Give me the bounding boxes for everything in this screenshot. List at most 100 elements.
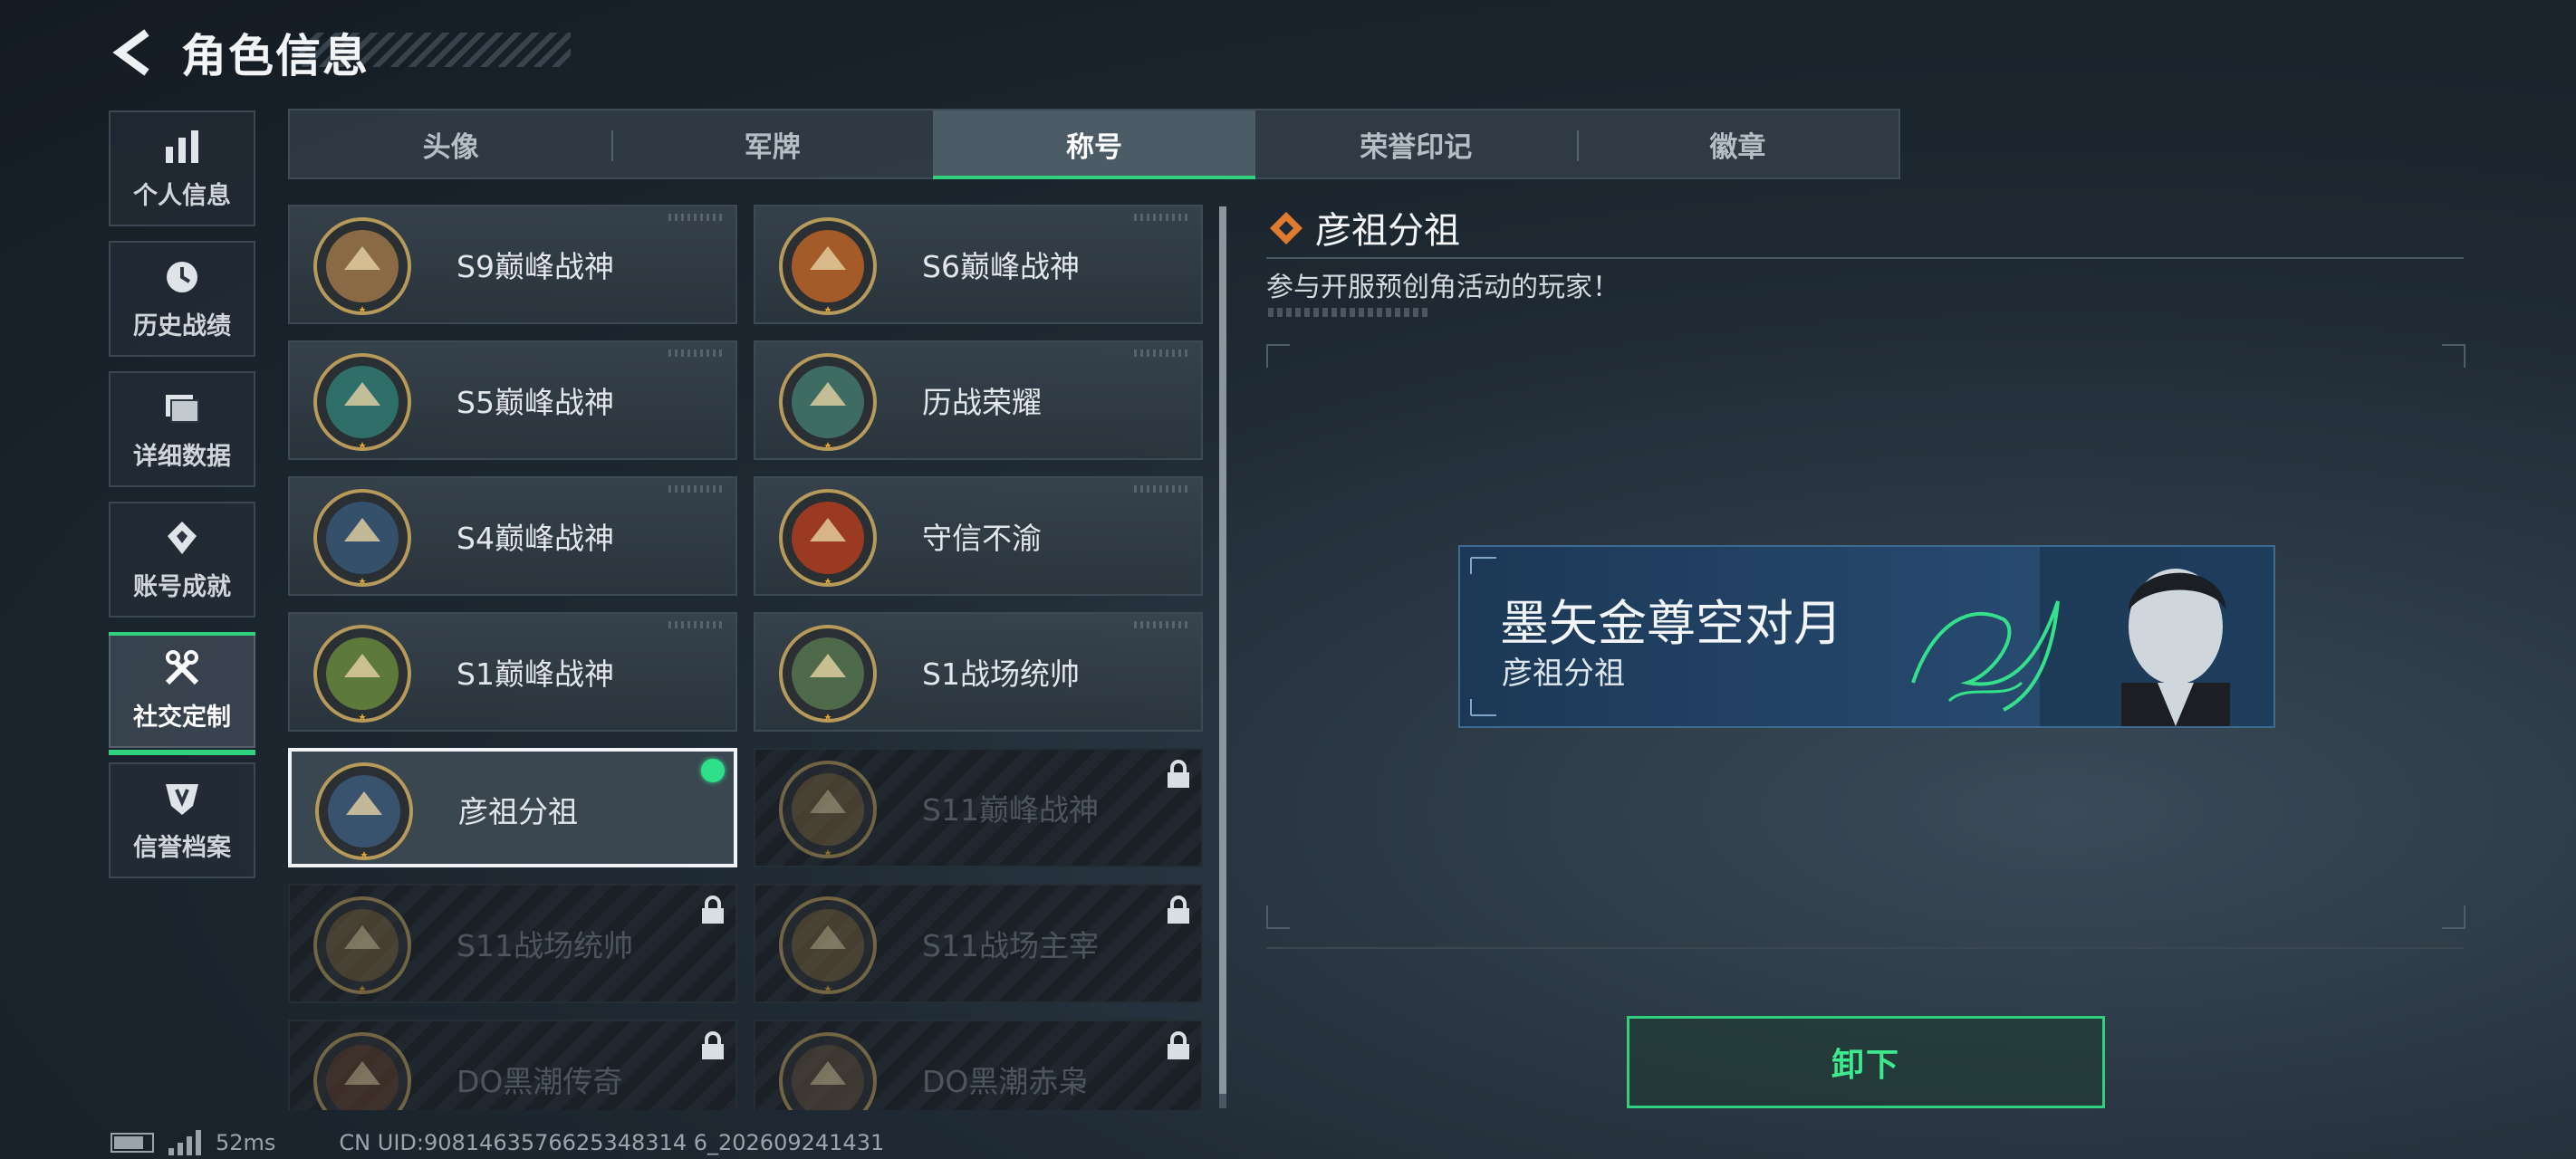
title-name: S4巅峰战神 (457, 521, 614, 556)
apc-emblem-icon (313, 896, 411, 994)
achievement-icon (168, 521, 197, 554)
sidebar-item-label: 社交定制 (133, 703, 231, 732)
title-card[interactable]: DO黑潮传奇 (288, 1020, 737, 1110)
category-tabs: 头像 军牌 称号 荣誉印记 徽章 (288, 109, 1900, 179)
title-name: S5巅峰战神 (457, 385, 614, 420)
back-arrow-icon[interactable] (107, 25, 161, 80)
title-name: DO黑潮赤枭 (922, 1064, 1089, 1099)
card-decoration (668, 485, 723, 493)
title-card[interactable]: S6巅峰战神 (754, 205, 1203, 324)
portrait-emblem-icon (315, 762, 413, 860)
title-card[interactable]: S11战场主宰 (754, 884, 1203, 1003)
title-name: S1巅峰战神 (457, 656, 614, 692)
unequip-button[interactable]: 卸下 (1627, 1016, 2105, 1108)
title-name: 守信不渝 (922, 521, 1042, 556)
title-card[interactable]: 彦祖分祖 (288, 748, 737, 867)
lock-icon (702, 1031, 724, 1059)
lock-icon (1168, 1031, 1189, 1059)
banner-title: 墨矢金尊空对月 (1500, 595, 1842, 652)
card-decoration (668, 214, 723, 221)
title-card[interactable]: S1战场统帅 (754, 612, 1203, 732)
detail-title: 彦祖分祖 (1315, 210, 1460, 252)
title-name: S11巅峰战神 (922, 792, 1099, 828)
battery-icon (111, 1133, 154, 1153)
card-decoration (1134, 485, 1188, 493)
bar-chart-icon (166, 129, 198, 163)
diamond-title-icon (1270, 212, 1302, 244)
scales-emblem-icon (779, 489, 877, 587)
title-card[interactable]: S9巅峰战神 (288, 205, 737, 324)
ping-value: 52ms (216, 1130, 276, 1155)
t-shield-emblem-icon (779, 217, 877, 315)
sidebar-item-achievements[interactable]: 账号成就 (109, 502, 255, 618)
card-decoration (1134, 621, 1188, 628)
card-decoration (1134, 350, 1188, 357)
card-decoration (668, 350, 723, 357)
title-name: 历战荣耀 (922, 385, 1042, 420)
lock-icon (702, 896, 724, 924)
history-clock-icon (167, 261, 197, 292)
arch-emblem-icon (779, 896, 877, 994)
tab-avatar[interactable]: 头像 (290, 110, 611, 177)
banner-subtitle: 彦祖分祖 (1502, 656, 1625, 692)
credit-shield-icon (166, 783, 198, 815)
sidebar-item-social[interactable]: 社交定制 (109, 632, 255, 755)
title-name: S9巅峰战神 (457, 249, 614, 284)
title-name: S6巅峰战神 (922, 249, 1080, 284)
tab-badge[interactable]: 徽章 (1576, 110, 1898, 177)
title-card[interactable]: 守信不渝 (754, 476, 1203, 596)
card-decoration (1134, 214, 1188, 221)
card-decoration (668, 621, 723, 628)
frame-corner (2442, 905, 2465, 929)
helmet-nvg-emblem-icon (313, 489, 411, 587)
title-banner-preview: 墨矢金尊空对月 彦祖分祖 (1458, 545, 2275, 728)
signal-icon (168, 1130, 201, 1155)
frame-corner (1266, 344, 1290, 368)
sidebar-item-label: 历史战绩 (133, 311, 231, 340)
sidebar-item-label: 详细数据 (133, 442, 231, 471)
page-title: 角色信息 (181, 30, 370, 82)
status-footer: 52ms CN UID:9081463576625348314 6_202609… (111, 1130, 884, 1155)
crocodile-emblem-icon (313, 625, 411, 723)
title-name: S1战场统帅 (922, 656, 1080, 692)
tools-icon (165, 649, 199, 685)
sidebar-item-profile[interactable]: 个人信息 (109, 110, 255, 226)
trophy-emblem-icon (779, 353, 877, 451)
title-card[interactable]: S1巅峰战神 (288, 612, 737, 732)
equipped-indicator (701, 759, 725, 782)
lock-icon (1168, 760, 1189, 788)
tab-honor-mark[interactable]: 荣誉印记 (1255, 110, 1577, 177)
sidebar-item-history[interactable]: 历史战绩 (109, 241, 255, 357)
title-card[interactable]: S11战场统帅 (288, 884, 737, 1003)
title-name: 彦祖分祖 (458, 794, 578, 829)
title-card[interactable]: DO黑潮赤枭 (754, 1020, 1203, 1110)
hooded-emblem-icon (313, 1032, 411, 1110)
sidebar-item-label: 账号成就 (133, 572, 231, 601)
diver-skull-emblem-icon (313, 353, 411, 451)
detail-divider (1266, 257, 2464, 259)
sidebar-item-details[interactable]: 详细数据 (109, 371, 255, 487)
title-card[interactable]: S4巅峰战神 (288, 476, 737, 596)
vehicle-emblem-icon (779, 761, 877, 858)
detail-decoration (1268, 308, 1431, 317)
title-card[interactable]: S5巅峰战神 (288, 340, 737, 460)
skull-emblem-icon (779, 1032, 877, 1110)
active-underline (109, 750, 255, 755)
folder-icon (166, 394, 199, 423)
tab-dogtag[interactable]: 军牌 (611, 110, 933, 177)
user-uid: CN UID:9081463576625348314 6_20260924143… (339, 1130, 885, 1155)
fortress-emblem-icon (313, 217, 411, 315)
frame-corner (1266, 905, 1290, 929)
sidebar-item-credit[interactable]: 信誉档案 (109, 762, 255, 878)
tab-title[interactable]: 称号 (933, 110, 1255, 179)
title-list: S9巅峰战神 S6巅峰战神 S5巅峰战神 历战荣耀 S4巅峰战神 守信不渝 S1巅峰战神 S1… (288, 205, 1206, 1110)
title-card[interactable]: 历战荣耀 (754, 340, 1203, 460)
scrollbar-thumb[interactable] (1219, 206, 1226, 1094)
sidebar-item-label: 信誉档案 (133, 833, 231, 862)
lock-icon (1168, 896, 1189, 924)
title-name: S11战场主宰 (922, 928, 1099, 963)
sidebar-item-label: 个人信息 (133, 181, 231, 210)
detail-bottom-divider (1266, 947, 2464, 949)
title-name: DO黑潮传奇 (457, 1064, 623, 1099)
title-card[interactable]: S11巅峰战神 (754, 748, 1203, 867)
